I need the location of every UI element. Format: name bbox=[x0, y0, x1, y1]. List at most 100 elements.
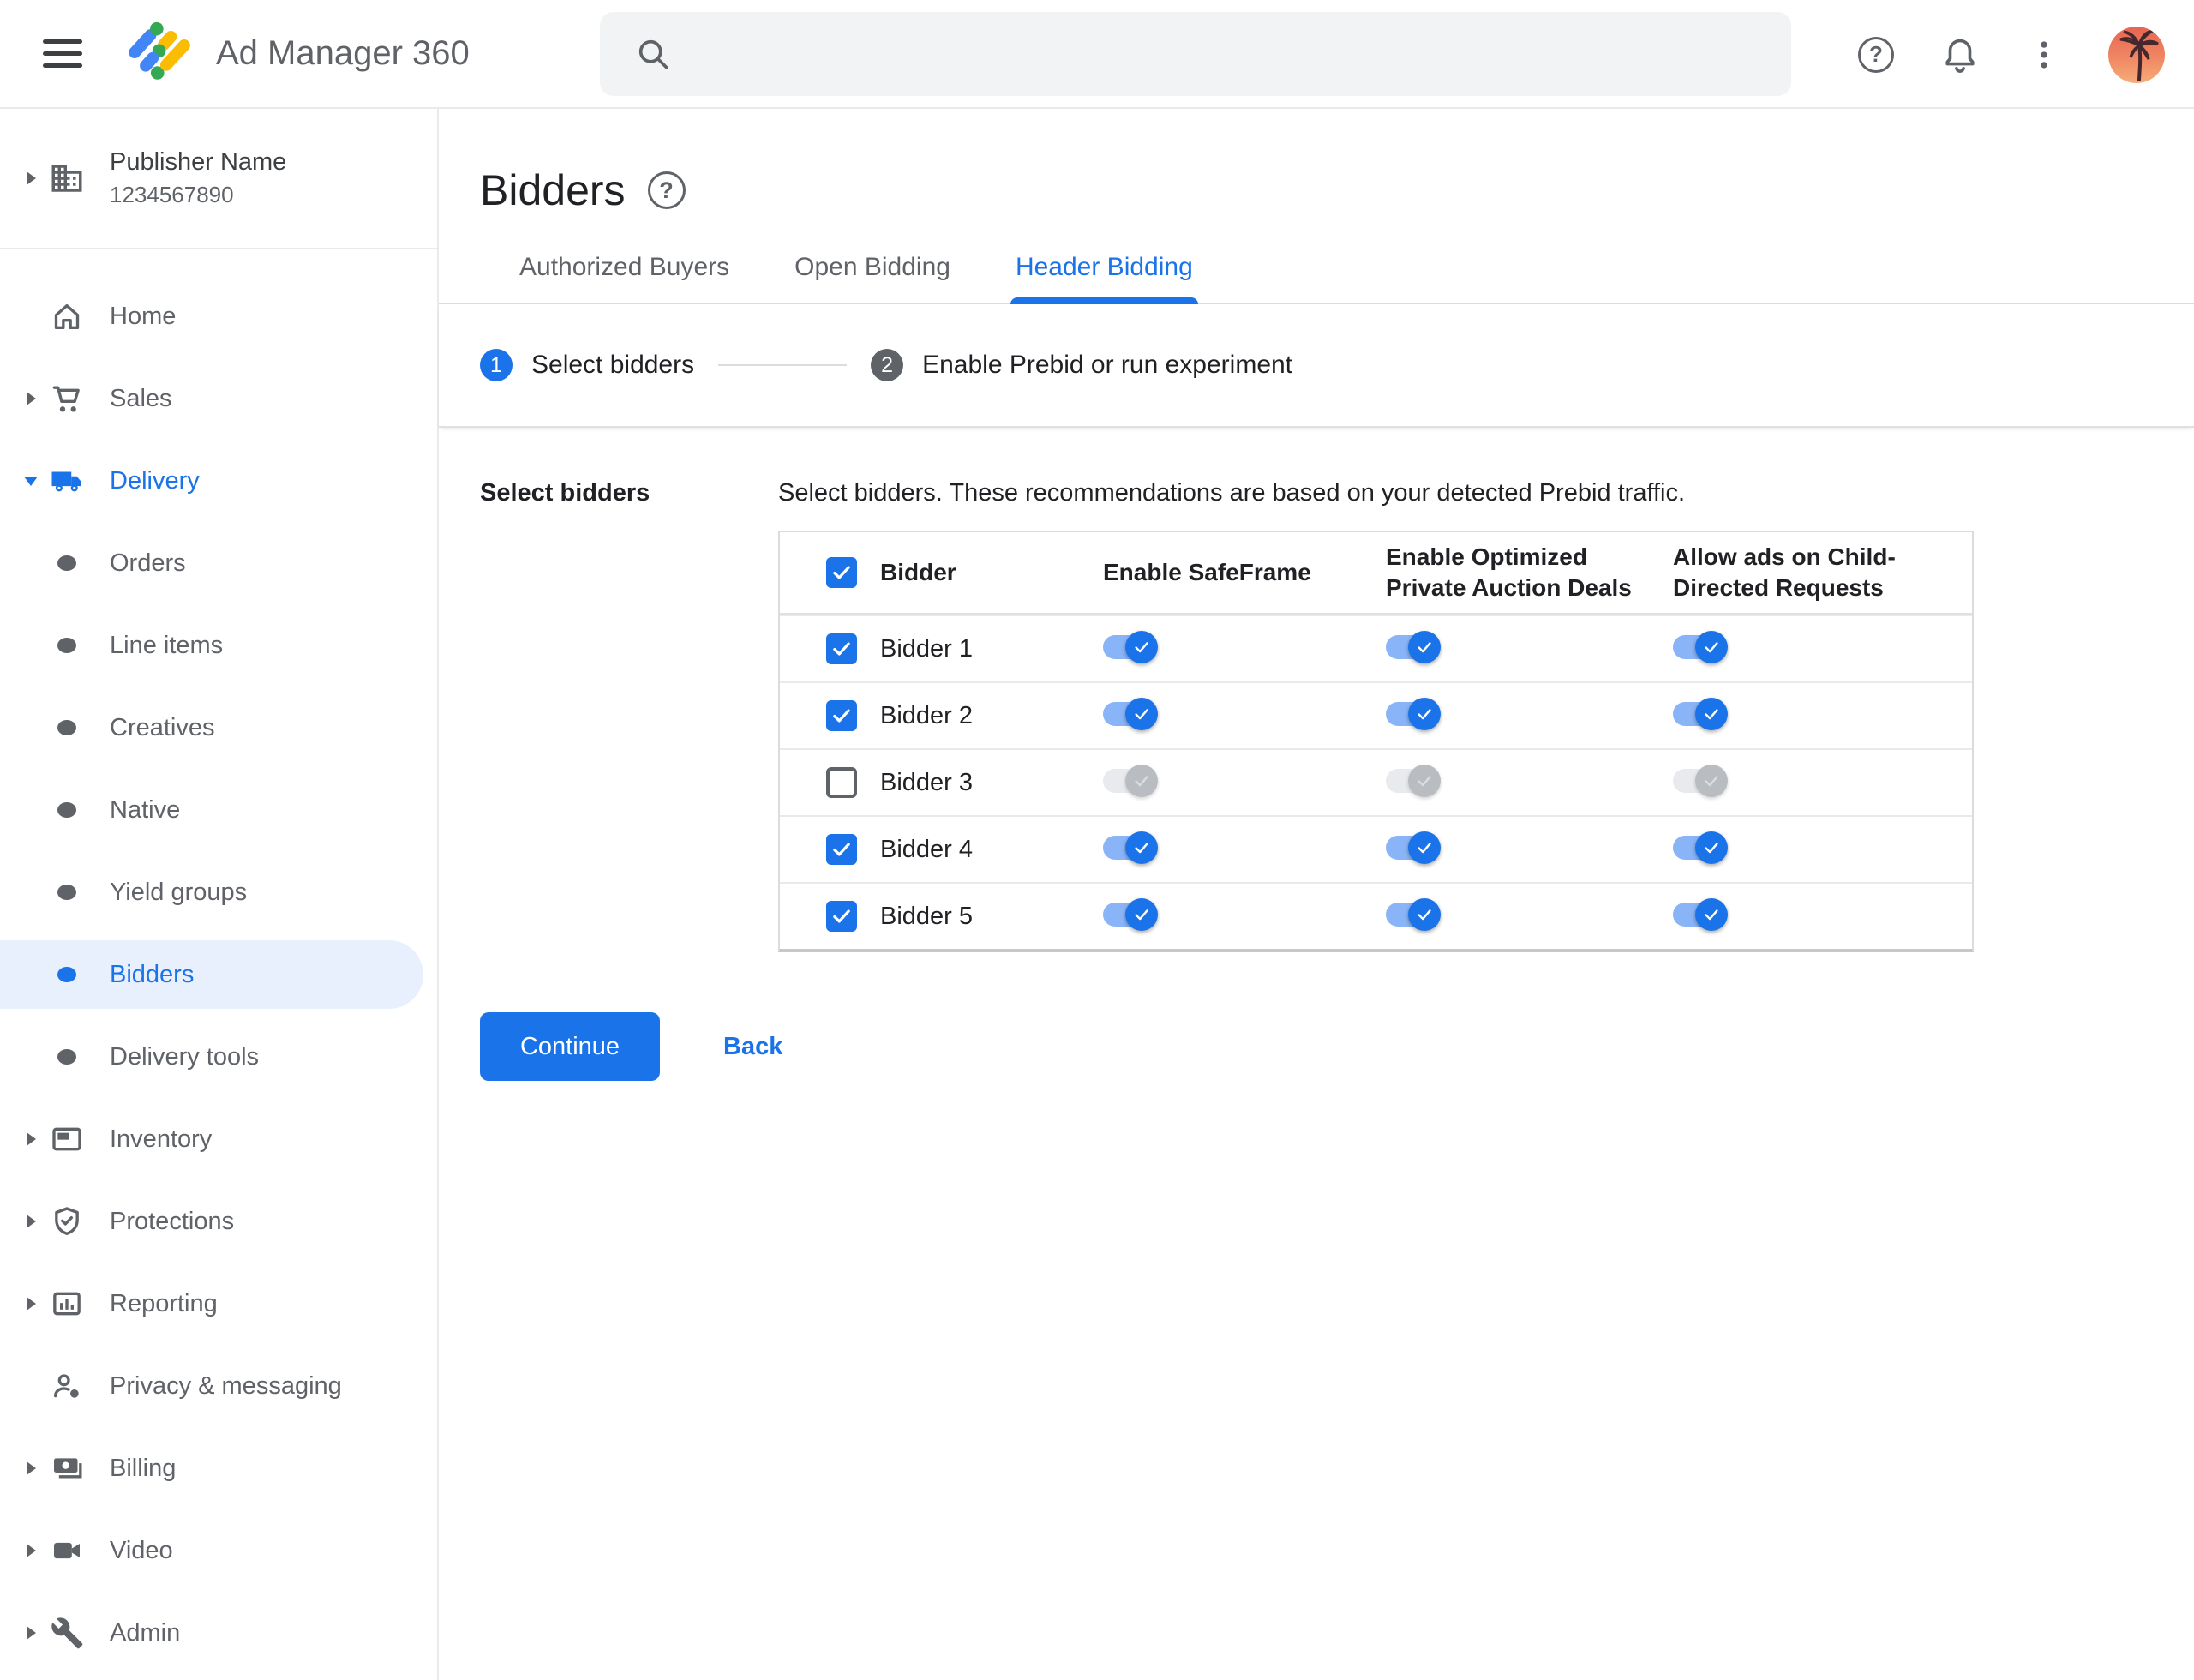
bullet-icon bbox=[57, 885, 76, 900]
avatar[interactable] bbox=[2108, 26, 2165, 83]
tab-authorized-buyers[interactable]: Authorized Buyers bbox=[514, 253, 734, 303]
search-input[interactable] bbox=[698, 39, 1765, 69]
sidebar-item-privacy-messaging[interactable]: Privacy & messaging bbox=[0, 1345, 437, 1427]
shield-check-icon bbox=[48, 1204, 86, 1239]
search-icon bbox=[638, 39, 668, 69]
stepper: 1 Select bidders 2 Enable Prebid or run … bbox=[439, 304, 2194, 428]
tab-header-bidding[interactable]: Header Bidding bbox=[1010, 253, 1198, 304]
expand-caret-icon bbox=[26, 392, 36, 405]
publisher-building-icon bbox=[48, 160, 86, 196]
sidebar-item-yield-groups[interactable]: Yield groups bbox=[0, 851, 437, 933]
safeframe-toggle[interactable] bbox=[1103, 831, 1158, 864]
optimized-deals-toggle[interactable] bbox=[1386, 697, 1441, 730]
bidder-name: Bidder 3 bbox=[880, 768, 974, 796]
expand-caret-icon bbox=[26, 171, 36, 185]
optimized-deals-toggle[interactable] bbox=[1386, 630, 1441, 663]
sidebar-item-creatives[interactable]: Creatives bbox=[0, 687, 437, 769]
safeframe-toggle[interactable] bbox=[1103, 697, 1158, 730]
child-directed-toggle[interactable] bbox=[1673, 831, 1728, 864]
bidder-checkbox[interactable] bbox=[826, 901, 857, 932]
table-row: Bidder 4 bbox=[780, 815, 1972, 882]
notifications-bell-icon[interactable] bbox=[1940, 35, 1980, 75]
expand-caret-icon bbox=[26, 1215, 36, 1228]
bullet-icon bbox=[57, 1049, 76, 1065]
table-row: Bidder 5 bbox=[780, 882, 1972, 949]
continue-button[interactable]: Continue bbox=[480, 1012, 660, 1081]
sidebar-item-home[interactable]: Home bbox=[0, 275, 437, 357]
billing-icon bbox=[48, 1451, 86, 1485]
sidebar-item-delivery[interactable]: Delivery bbox=[0, 440, 437, 522]
tab-bar: Authorized Buyers Open Bidding Header Bi… bbox=[439, 253, 2194, 304]
column-header-optimized: Enable Optimized Private Auction Deals bbox=[1386, 543, 1632, 601]
sidebar-item-bidders[interactable]: Bidders bbox=[0, 933, 437, 1016]
sidebar: Publisher Name 1234567890 Home Sales Del… bbox=[0, 109, 439, 1680]
child-directed-toggle[interactable] bbox=[1673, 897, 1728, 931]
sidebar-item-sales[interactable]: Sales bbox=[0, 357, 437, 440]
search-bar[interactable] bbox=[600, 12, 1791, 96]
menu-icon[interactable] bbox=[43, 37, 82, 71]
expand-caret-icon bbox=[26, 1132, 36, 1146]
safeframe-toggle[interactable] bbox=[1103, 897, 1158, 931]
expand-caret-icon bbox=[26, 1544, 36, 1557]
child-directed-toggle[interactable] bbox=[1673, 630, 1728, 663]
top-app-bar: Ad Manager 360 ? bbox=[0, 0, 2194, 109]
bidder-checkbox[interactable] bbox=[826, 700, 857, 731]
safeframe-toggle[interactable] bbox=[1103, 630, 1158, 663]
sidebar-item-native[interactable]: Native bbox=[0, 769, 437, 851]
column-header-safeframe: Enable SafeFrame bbox=[1103, 559, 1311, 585]
expand-caret-icon bbox=[26, 1297, 36, 1311]
safeframe-toggle[interactable] bbox=[1103, 764, 1158, 797]
bidder-checkbox[interactable] bbox=[826, 834, 857, 865]
column-header-child-directed: Allow ads on Child-Directed Requests bbox=[1673, 543, 1896, 601]
sidebar-nav: Home Sales Delivery Orders Line items Cr… bbox=[0, 275, 437, 1674]
back-link[interactable]: Back bbox=[723, 1033, 782, 1061]
sidebar-item-billing[interactable]: Billing bbox=[0, 1427, 437, 1509]
optimized-deals-toggle[interactable] bbox=[1386, 897, 1441, 931]
table-row: Bidder 2 bbox=[780, 681, 1972, 748]
video-camera-icon bbox=[48, 1533, 86, 1568]
publisher-id: 1234567890 bbox=[110, 182, 234, 207]
sidebar-item-inventory[interactable]: Inventory bbox=[0, 1098, 437, 1180]
sidebar-item-video[interactable]: Video bbox=[0, 1509, 437, 1592]
bidder-name: Bidder 1 bbox=[880, 634, 974, 663]
bidder-name: Bidder 5 bbox=[880, 902, 974, 930]
table-row: Bidder 1 bbox=[780, 615, 1972, 681]
bidder-checkbox[interactable] bbox=[826, 633, 857, 664]
optimized-deals-toggle[interactable] bbox=[1386, 831, 1441, 864]
child-directed-toggle[interactable] bbox=[1673, 697, 1728, 730]
expand-caret-icon bbox=[26, 1626, 36, 1640]
step-select-bidders: 1 Select bidders bbox=[480, 349, 694, 381]
bullet-icon bbox=[57, 967, 76, 982]
help-icon[interactable]: ? bbox=[1858, 36, 1894, 73]
delivery-truck-icon bbox=[48, 463, 86, 499]
bullet-icon bbox=[57, 638, 76, 653]
sidebar-item-reporting[interactable]: Reporting bbox=[0, 1263, 437, 1345]
bidder-name: Bidder 4 bbox=[880, 835, 974, 863]
expand-caret-icon bbox=[26, 1461, 36, 1475]
page-help-icon[interactable]: ? bbox=[647, 171, 686, 209]
sidebar-item-line-items[interactable]: Line items bbox=[0, 604, 437, 687]
sidebar-item-protections[interactable]: Protections bbox=[0, 1180, 437, 1263]
column-header-bidder: Bidder bbox=[880, 559, 956, 585]
table-header-row: Bidder Enable SafeFrame Enable Optimized… bbox=[780, 532, 1972, 615]
section-label: Select bidders bbox=[480, 479, 650, 507]
bidder-checkbox[interactable] bbox=[826, 767, 857, 798]
bar-chart-icon bbox=[48, 1287, 86, 1321]
wrench-icon bbox=[48, 1616, 86, 1650]
sidebar-item-delivery-tools[interactable]: Delivery tools bbox=[0, 1016, 437, 1098]
collapse-caret-icon bbox=[24, 476, 38, 486]
privacy-person-icon bbox=[48, 1369, 86, 1403]
more-vert-icon[interactable] bbox=[2026, 37, 2062, 73]
bidder-name: Bidder 2 bbox=[880, 701, 974, 729]
step-enable-prebid: 2 Enable Prebid or run experiment bbox=[871, 349, 1292, 381]
publisher-switcher[interactable]: Publisher Name 1234567890 bbox=[0, 109, 437, 249]
inventory-icon bbox=[48, 1122, 86, 1156]
select-all-checkbox[interactable] bbox=[826, 557, 857, 588]
sidebar-item-orders[interactable]: Orders bbox=[0, 522, 437, 604]
sidebar-item-admin[interactable]: Admin bbox=[0, 1592, 437, 1674]
optimized-deals-toggle[interactable] bbox=[1386, 764, 1441, 797]
ad-manager-logo-icon bbox=[129, 21, 190, 80]
tab-open-bidding[interactable]: Open Bidding bbox=[789, 253, 956, 303]
bullet-icon bbox=[57, 802, 76, 818]
child-directed-toggle[interactable] bbox=[1673, 764, 1728, 797]
